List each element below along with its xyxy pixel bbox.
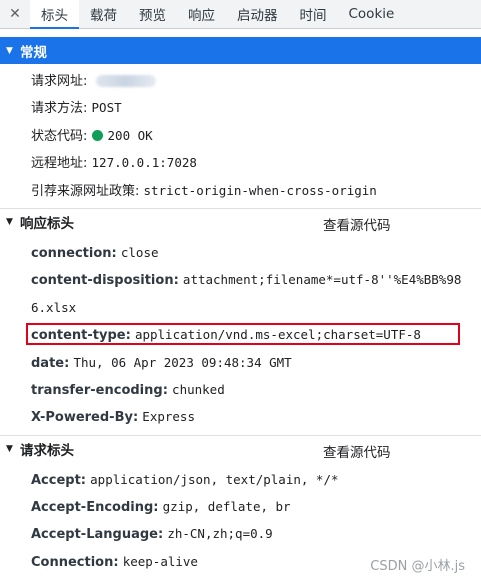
watermark: CSDN @小林.js <box>370 559 465 574</box>
header-row: date: Thu, 06 Apr 2023 09:48:34 GMT <box>0 349 481 376</box>
header-value: 6.xlsx <box>31 299 77 315</box>
response-headers-section: ▼ 响应标头 查看源代码 connection: close content-d… <box>0 209 481 436</box>
tab-initiator[interactable]: 启动器 <box>226 0 289 28</box>
header-value: application/json, text/plain, */* <box>90 471 339 487</box>
request-method-row: 请求方法: POST <box>0 94 481 121</box>
remote-address-value: 127.0.0.1:7028 <box>91 155 197 171</box>
header-key: date: <box>31 355 70 371</box>
response-headers-title: 响应标头 <box>20 216 74 233</box>
request-method-key: 请求方法: <box>31 101 88 117</box>
header-value: Thu, 06 Apr 2023 09:48:34 GMT <box>73 354 292 370</box>
header-value: application/vnd.ms-excel;charset=UTF-8 <box>134 327 421 343</box>
response-headers-header[interactable]: ▼ 响应标头 查看源代码 <box>0 209 481 236</box>
tab-response[interactable]: 响应 <box>177 0 226 28</box>
referrer-policy-value: strict-origin-when-cross-origin <box>143 182 377 198</box>
expanded-triangle-icon: ▼ <box>6 45 13 56</box>
redacted-url <box>95 75 156 87</box>
status-code-row: 状态代码: 200 OK <box>0 122 481 149</box>
header-key: X-Powered-By: <box>31 410 139 426</box>
header-value: zh-CN,zh;q=0.9 <box>167 526 273 542</box>
tab-headers[interactable]: 标头 <box>30 0 79 29</box>
header-value: Express <box>142 409 195 425</box>
remote-address-key: 远程地址: <box>31 156 88 172</box>
header-row: connection: close <box>0 239 481 266</box>
header-key: connection: <box>31 245 117 261</box>
status-code-key: 状态代码: <box>31 128 88 144</box>
header-key: content-disposition: <box>31 273 179 289</box>
general-section: ▼ 常规 请求网址: 请求方法: POST 状态代码: 200 OK 远程地址:… <box>0 37 481 209</box>
header-value: keep-alive <box>122 553 198 569</box>
request-headers-title: 请求标头 <box>20 443 74 460</box>
close-icon[interactable]: ✕ <box>0 0 30 28</box>
status-code-value: 200 OK <box>107 127 153 143</box>
expanded-triangle-icon: ▼ <box>6 217 13 228</box>
header-key: Accept: <box>31 472 87 488</box>
general-section-header[interactable]: ▼ 常规 <box>0 37 481 64</box>
header-value: attachment;filename*=utf-8''%E4%BB%98 <box>182 272 462 288</box>
header-key: transfer-encoding: <box>31 382 168 398</box>
header-key: Accept-Language: <box>31 527 164 543</box>
header-key: content-type: <box>31 328 131 344</box>
referrer-policy-row: 引荐来源网址政策: strict-origin-when-cross-origi… <box>0 177 481 204</box>
header-row: X-Powered-By: Express <box>0 403 481 430</box>
request-url-row: 请求网址: <box>0 67 481 94</box>
header-row: Accept-Encoding: gzip, deflate, br <box>0 493 481 520</box>
header-row: content-disposition: attachment;filename… <box>0 266 481 293</box>
header-key: Accept-Encoding: <box>31 500 159 516</box>
referrer-policy-key: 引荐来源网址政策: <box>31 183 140 199</box>
header-row: Accept-Language: zh-CN,zh;q=0.9 <box>0 520 481 547</box>
tab-timing[interactable]: 时间 <box>289 0 338 28</box>
header-key: Connection: <box>31 554 119 570</box>
header-value: close <box>120 244 159 260</box>
header-row: Accept: application/json, text/plain, */… <box>0 466 481 493</box>
header-row-content-type: content-type: application/vnd.ms-excel;c… <box>0 321 481 348</box>
request-url-key: 请求网址: <box>31 74 88 89</box>
tab-payload[interactable]: 载荷 <box>79 0 128 28</box>
general-section-title: 常规 <box>20 44 47 61</box>
devtools-tab-bar: ✕ 标头 载荷 预览 响应 启动器 时间 Cookie <box>0 0 481 29</box>
header-value: gzip, deflate, br <box>162 499 291 515</box>
status-ok-icon <box>91 129 103 141</box>
tab-preview[interactable]: 预览 <box>128 0 177 28</box>
request-method-value: POST <box>91 100 122 116</box>
remote-address-row: 远程地址: 127.0.0.1:7028 <box>0 149 481 176</box>
request-headers-header[interactable]: ▼ 请求标头 查看源代码 <box>0 436 481 463</box>
tab-cookies[interactable]: Cookie <box>338 0 406 28</box>
request-view-source-link[interactable]: 查看源代码 <box>323 441 391 461</box>
header-row: transfer-encoding: chunked <box>0 376 481 403</box>
header-value: chunked <box>172 381 225 397</box>
expanded-triangle-icon: ▼ <box>6 444 13 455</box>
header-row-continuation: 6.xlsx <box>0 294 481 321</box>
response-view-source-link[interactable]: 查看源代码 <box>323 214 391 234</box>
